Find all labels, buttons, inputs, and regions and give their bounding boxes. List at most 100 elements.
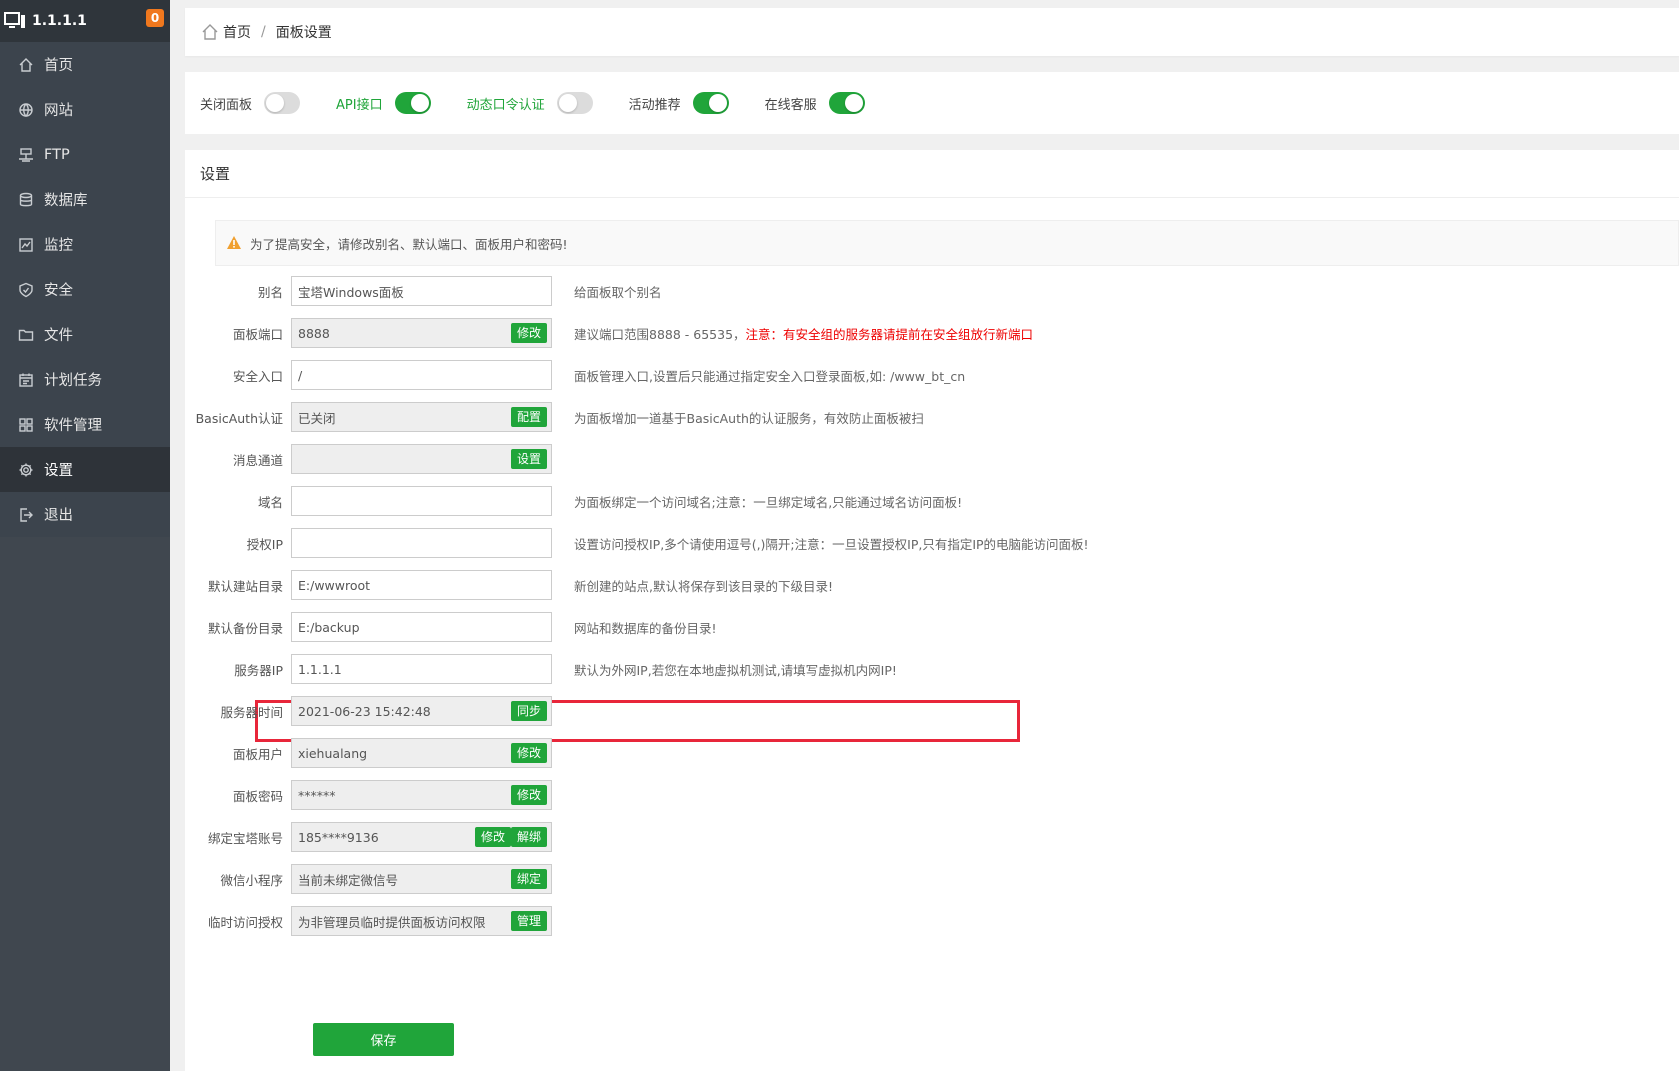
setting-input[interactable]: 为非管理员临时提供面板访问权限 管理: [291, 906, 552, 936]
setting-input[interactable]: 8888 修改: [291, 318, 552, 348]
setting-hint: 建议端口范围8888 - 65535，注意：有安全组的服务器请提前在安全组放行新…: [574, 324, 1033, 343]
setting-hint-text: 面板管理入口,设置后只能通过指定安全入口登录面板,如: /www_bt_cn: [574, 368, 966, 384]
setting-row: 别名 宝塔Windows面板 给面板取个别名: [185, 276, 1679, 306]
warning-icon: [227, 236, 241, 249]
toggle-group-2: 动态口令认证: [467, 92, 593, 114]
toggle-group-3: 活动推荐: [629, 92, 729, 114]
setting-hint-text: 建议端口范围8888 - 65535，: [574, 326, 746, 342]
setting-row: 服务器时间 2021-06-23 15:42:48 同步: [185, 696, 1679, 726]
setting-row: 默认备份目录 E:/backup 网站和数据库的备份目录!: [185, 612, 1679, 642]
setting-value: /: [298, 367, 303, 383]
setting-label: 默认备份目录: [207, 620, 283, 636]
toggle-switch[interactable]: [556, 92, 593, 114]
setting-hint-text: 网站和数据库的备份目录!: [574, 620, 717, 636]
sidebar-item-0[interactable]: 首页: [0, 42, 170, 87]
setting-input[interactable]: 宝塔Windows面板: [291, 276, 552, 306]
toggle-switch[interactable]: [394, 92, 431, 114]
breadcrumb-home[interactable]: 首页: [223, 22, 251, 42]
sidebar-item-2[interactable]: FTP: [0, 132, 170, 177]
setting-action-button[interactable]: 解绑: [510, 827, 547, 847]
sidebar-footer-area: [0, 537, 170, 1071]
server-ip-title: 1.1.1.1: [32, 13, 87, 29]
setting-action-button[interactable]: 修改: [510, 323, 547, 343]
setting-label: 别名: [257, 284, 283, 300]
breadcrumb-current: 面板设置: [275, 25, 332, 41]
setting-hint-text: 为面板增加一道基于BasicAuth的认证服务，有效防止面板被扫: [574, 410, 924, 426]
setting-input[interactable]: xiehualang 修改: [291, 738, 552, 768]
setting-input[interactable]: 设置: [291, 444, 552, 474]
toggle-switch[interactable]: [264, 92, 301, 114]
setting-label: 服务器IP: [234, 662, 283, 678]
sidebar-item-label: 计划任务: [44, 373, 102, 389]
warning-text: 为了提高安全，请修改别名、默认端口、面板用户和密码!: [250, 236, 568, 252]
sidebar-item-label: 数据库: [44, 193, 88, 209]
ftp-icon: [19, 147, 33, 162]
sidebar-item-6[interactable]: 文件: [0, 312, 170, 357]
toggle-switch[interactable]: [828, 92, 865, 114]
save-button[interactable]: 保存: [313, 1023, 454, 1056]
toggle-switch[interactable]: [692, 92, 729, 114]
setting-input[interactable]: 185****9136 修改 解绑: [291, 822, 552, 852]
setting-input[interactable]: [291, 486, 552, 516]
setting-value: 2021-06-23 15:42:48: [298, 703, 431, 719]
setting-row: 服务器IP 1.1.1.1 默认为外网IP,若您在本地虚拟机测试,请填写虚拟机内网I…: [185, 654, 1679, 684]
setting-label: 默认建站目录: [207, 578, 283, 594]
setting-input[interactable]: E:/wwwroot: [291, 570, 552, 600]
sidebar-header: 1.1.1.1 0: [0, 0, 170, 42]
sidebar-item-5[interactable]: 安全: [0, 267, 170, 312]
setting-label: 面板端口: [232, 326, 283, 342]
setting-action-button[interactable]: 修改: [510, 785, 547, 805]
setting-hint-warning: 注意：有安全组的服务器请提前在安全组放行新端口: [745, 326, 1034, 342]
setting-label: 安全入口: [232, 368, 283, 384]
setting-input[interactable]: ****** 修改: [291, 780, 552, 810]
setting-input[interactable]: 已关闭 配置: [291, 402, 552, 432]
setting-action-button[interactable]: 绑定: [510, 869, 547, 889]
setting-label: 绑定宝塔账号: [207, 830, 283, 846]
shield-icon: [19, 282, 33, 297]
breadcrumb: 首页 / 面板设置: [185, 8, 1679, 56]
sidebar-item-1[interactable]: 网站: [0, 87, 170, 132]
setting-input[interactable]: 当前未绑定微信号 绑定: [291, 864, 552, 894]
setting-hint: 设置访问授权IP,多个请使用逗号(,)隔开;注意：一旦设置授权IP,只有指定IP…: [574, 534, 1089, 553]
sidebar-item-9[interactable]: 设置: [0, 447, 170, 492]
setting-hint: 为面板绑定一个访问域名;注意：一旦绑定域名,只能通过域名访问面板!: [574, 492, 962, 511]
home-icon[interactable]: [201, 23, 219, 41]
sidebar-item-10[interactable]: 退出: [0, 492, 170, 537]
setting-row: 授权IP 设置访问授权IP,多个请使用逗号(,)隔开;注意：一旦设置授权IP,只有…: [185, 528, 1679, 558]
setting-action-button[interactable]: 同步: [510, 701, 547, 721]
setting-value: 为非管理员临时提供面板访问权限: [298, 914, 486, 930]
setting-value: E:/wwwroot: [298, 577, 371, 593]
setting-action-button[interactable]: 管理: [510, 911, 547, 931]
toggle-knob: [558, 94, 577, 112]
sidebar-item-8[interactable]: 软件管理: [0, 402, 170, 447]
setting-input[interactable]: E:/backup: [291, 612, 552, 642]
sidebar-item-7[interactable]: 计划任务: [0, 357, 170, 402]
setting-row: BasicAuth认证 已关闭 配置 为面板增加一道基于BasicAuth的认证服务，…: [185, 402, 1679, 432]
setting-action-button[interactable]: 设置: [510, 449, 547, 469]
setting-input[interactable]: 2021-06-23 15:42:48 同步: [291, 696, 552, 726]
setting-hint-text: 新创建的站点,默认将保存到该目录的下级目录!: [574, 578, 833, 594]
setting-hint-text: 设置访问授权IP,多个请使用逗号(,)隔开;注意：一旦设置授权IP,只有指定IP…: [574, 536, 1089, 552]
setting-action-button[interactable]: 修改: [510, 743, 547, 763]
setting-hint: 新创建的站点,默认将保存到该目录的下级目录!: [574, 576, 833, 595]
toggle-label: 活动推荐: [628, 97, 681, 113]
setting-input[interactable]: 1.1.1.1: [291, 654, 552, 684]
setting-action-button[interactable]: 修改: [474, 827, 511, 847]
setting-row: 域名 为面板绑定一个访问域名;注意：一旦绑定域名,只能通过域名访问面板!: [185, 486, 1679, 516]
setting-action-button[interactable]: 配置: [510, 407, 547, 427]
sidebar-item-label: 设置: [44, 463, 73, 479]
setting-input[interactable]: [291, 528, 552, 558]
toggle-group-0: 关闭面板: [200, 92, 301, 114]
setting-label: 微信小程序: [220, 872, 283, 888]
toggle-label: API接口: [336, 97, 383, 113]
setting-label: 临时访问授权: [207, 914, 283, 930]
sidebar-item-label: 退出: [44, 508, 73, 524]
security-warning: 为了提高安全，请修改别名、默认端口、面板用户和密码!: [215, 220, 1679, 266]
notification-badge[interactable]: 0: [146, 9, 164, 27]
setting-hint: 默认为外网IP,若您在本地虚拟机测试,请填写虚拟机内网IP!: [574, 660, 897, 679]
setting-input[interactable]: /: [291, 360, 552, 390]
setting-row: 绑定宝塔账号 185****9136 修改 解绑: [185, 822, 1679, 852]
sidebar-item-4[interactable]: 监控: [0, 222, 170, 267]
toggle-label: 动态口令认证: [466, 97, 545, 113]
sidebar-item-3[interactable]: 数据库: [0, 177, 170, 222]
